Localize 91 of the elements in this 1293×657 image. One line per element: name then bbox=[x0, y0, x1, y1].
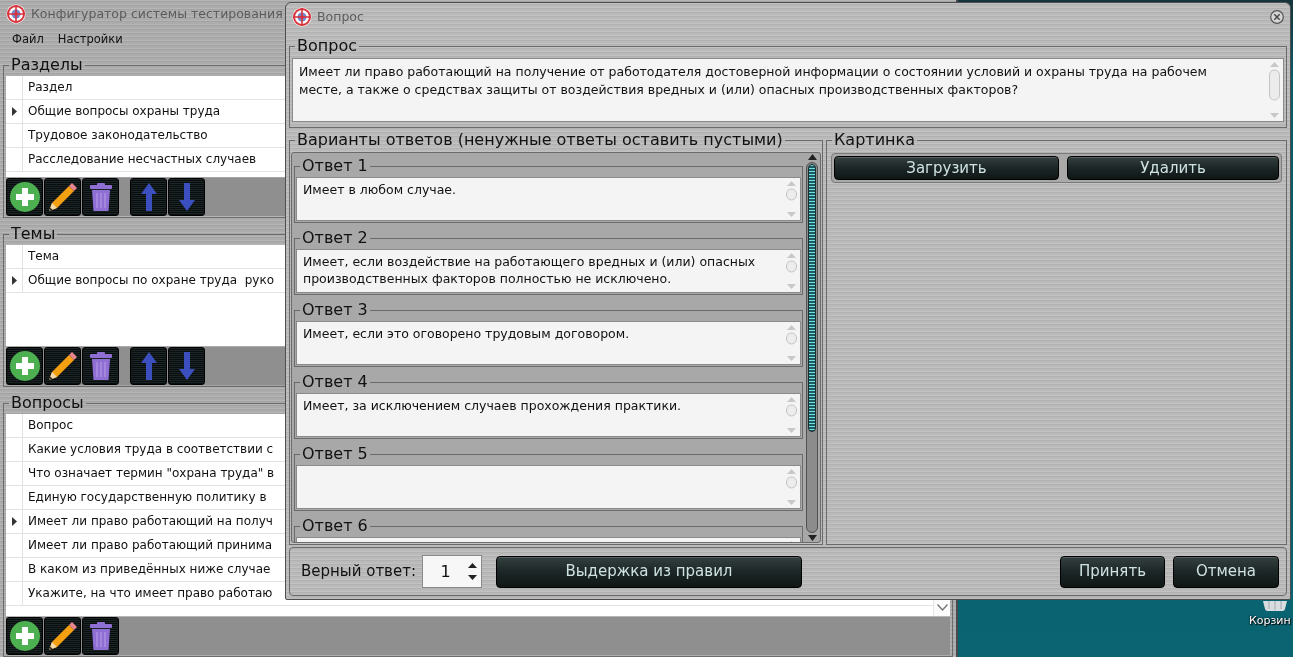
answer-field[interactable]: Имеет в любом случае. bbox=[296, 177, 801, 221]
window-title: Вопрос bbox=[317, 7, 364, 26]
trash-icon bbox=[89, 352, 112, 380]
group-title: Ответ 1 bbox=[301, 156, 369, 176]
pencil-icon bbox=[48, 622, 77, 650]
edit-button[interactable] bbox=[44, 178, 81, 216]
move-down-button[interactable] bbox=[168, 178, 205, 216]
scrollbar[interactable] bbox=[1268, 61, 1281, 119]
menu-item[interactable]: Настройки bbox=[50, 29, 130, 51]
group-title: Ответ 3 bbox=[301, 300, 369, 320]
delete-button[interactable] bbox=[82, 617, 119, 655]
table-cell-text: Расследование несчастных случаев bbox=[27, 151, 257, 168]
number-field[interactable]: 1 bbox=[422, 555, 482, 588]
plus-icon bbox=[9, 351, 40, 381]
close-button[interactable] bbox=[1270, 10, 1284, 24]
delete-button[interactable] bbox=[82, 178, 119, 216]
cancel-button[interactable]: Отмена bbox=[1173, 555, 1279, 588]
chevron-down-icon[interactable] bbox=[936, 604, 948, 611]
group-title: Ответ 5 bbox=[301, 444, 369, 464]
group-title: Разделы bbox=[10, 55, 84, 75]
arrow-up-icon bbox=[140, 183, 157, 211]
edit-button[interactable] bbox=[44, 347, 81, 385]
arrow-up-icon[interactable] bbox=[807, 154, 817, 160]
app-icon bbox=[6, 4, 26, 24]
group-title: Варианты ответов (ненужные ответы оставить пустыми) bbox=[296, 130, 784, 150]
arrow-up-icon bbox=[140, 352, 157, 380]
group-title: Ответ 4 bbox=[301, 372, 369, 392]
group-title: Ответ 6 bbox=[301, 516, 369, 536]
group-title: Ответ 2 bbox=[301, 228, 369, 248]
arrow-down-icon bbox=[178, 352, 195, 380]
spin-up-icon[interactable] bbox=[468, 563, 477, 568]
edit-button[interactable] bbox=[44, 617, 81, 655]
app-icon bbox=[292, 7, 312, 27]
scrollbar[interactable] bbox=[785, 468, 798, 506]
recycle-bin-icon[interactable] bbox=[1263, 601, 1287, 611]
question-field[interactable]: Имеет ли право работающий на получение от работодателя достоверной информации о состоянии условий и охраны труда на рабочем месте, а также о средствах защиты от воздействия вредных и (или) опасных производственных факторов? bbox=[292, 58, 1284, 122]
accept-button[interactable]: Принять bbox=[1060, 555, 1165, 588]
window-title: Конфигуратор системы тестирования bbox=[31, 4, 283, 23]
trash-icon bbox=[89, 183, 112, 211]
table-cell-text: Общие вопросы охраны труда bbox=[27, 103, 221, 120]
column-header: Вопрос bbox=[27, 417, 73, 434]
column-header: Тема bbox=[27, 248, 60, 265]
desktop-icon-label[interactable]: Корзин bbox=[1249, 613, 1291, 630]
answer-field[interactable] bbox=[296, 465, 801, 509]
group-title: Картинка bbox=[833, 130, 916, 150]
trash-icon bbox=[89, 622, 112, 650]
row-pointer-icon bbox=[11, 276, 17, 285]
remove-button[interactable]: Удалить bbox=[1067, 156, 1279, 180]
menu-item[interactable]: Файл bbox=[5, 29, 51, 51]
add-button[interactable] bbox=[6, 617, 43, 655]
move-up-button[interactable] bbox=[130, 178, 167, 216]
scrollbar[interactable] bbox=[785, 252, 798, 290]
load-button[interactable]: Загрузить bbox=[834, 156, 1059, 180]
rules-button[interactable]: Выдержка из правил bbox=[496, 555, 802, 588]
table-cell-text: Трудовое законодательство bbox=[27, 127, 208, 144]
table-cell-text: Укажите, на что имеет право работаю bbox=[27, 585, 273, 602]
field-label: Верный ответ: bbox=[301, 561, 416, 583]
pencil-icon bbox=[48, 183, 77, 211]
row-pointer-icon bbox=[11, 107, 17, 116]
row-pointer-icon bbox=[11, 517, 17, 526]
group-title: Вопрос bbox=[296, 36, 358, 56]
scrollbar[interactable] bbox=[804, 153, 820, 542]
scrollbar[interactable] bbox=[785, 180, 798, 218]
pencil-icon bbox=[48, 352, 77, 380]
table-cell-text: Общие вопросы по охране труда руко bbox=[27, 272, 274, 289]
table-cell-text: Имеет ли право работающий принима bbox=[27, 537, 273, 554]
group-title: Вопросы bbox=[10, 393, 85, 413]
move-down-button[interactable] bbox=[168, 347, 205, 385]
table-cell-text: Что означает термин "охрана труда" в bbox=[27, 465, 275, 482]
plus-icon bbox=[9, 621, 40, 651]
close-icon bbox=[1270, 10, 1284, 24]
answer-field[interactable]: Имеет, за исключением случаев прохождения практики. bbox=[296, 393, 801, 437]
arrow-down-icon bbox=[178, 183, 195, 211]
group-title: Темы bbox=[10, 224, 57, 244]
table-cell-text: Какие условия труда в соответствии с bbox=[27, 441, 274, 458]
table-cell-text: В каком из приведённых ниже случае bbox=[27, 561, 271, 578]
add-button[interactable] bbox=[6, 347, 43, 385]
scrollbar[interactable] bbox=[785, 396, 798, 434]
move-up-button[interactable] bbox=[130, 347, 167, 385]
scroll-thumb[interactable] bbox=[808, 164, 816, 432]
scrollbar[interactable] bbox=[785, 324, 798, 362]
table-cell-text: Имеет ли право работающий на получ bbox=[27, 513, 273, 530]
answer-field[interactable]: Имеет, если воздействие на работающего вредных и (или) опасных производственных факторов полностью не исключено. bbox=[296, 249, 801, 293]
column-header: Раздел bbox=[27, 79, 73, 96]
table-cell-text: Единую государственную политику в bbox=[27, 489, 267, 506]
plus-icon bbox=[9, 182, 40, 212]
delete-button[interactable] bbox=[82, 347, 119, 385]
add-button[interactable] bbox=[6, 178, 43, 216]
answer-field[interactable]: Имеет, если это оговорено трудовым договором. bbox=[296, 321, 801, 365]
spin-down-icon[interactable] bbox=[468, 575, 477, 580]
arrow-down-icon[interactable] bbox=[807, 535, 817, 541]
